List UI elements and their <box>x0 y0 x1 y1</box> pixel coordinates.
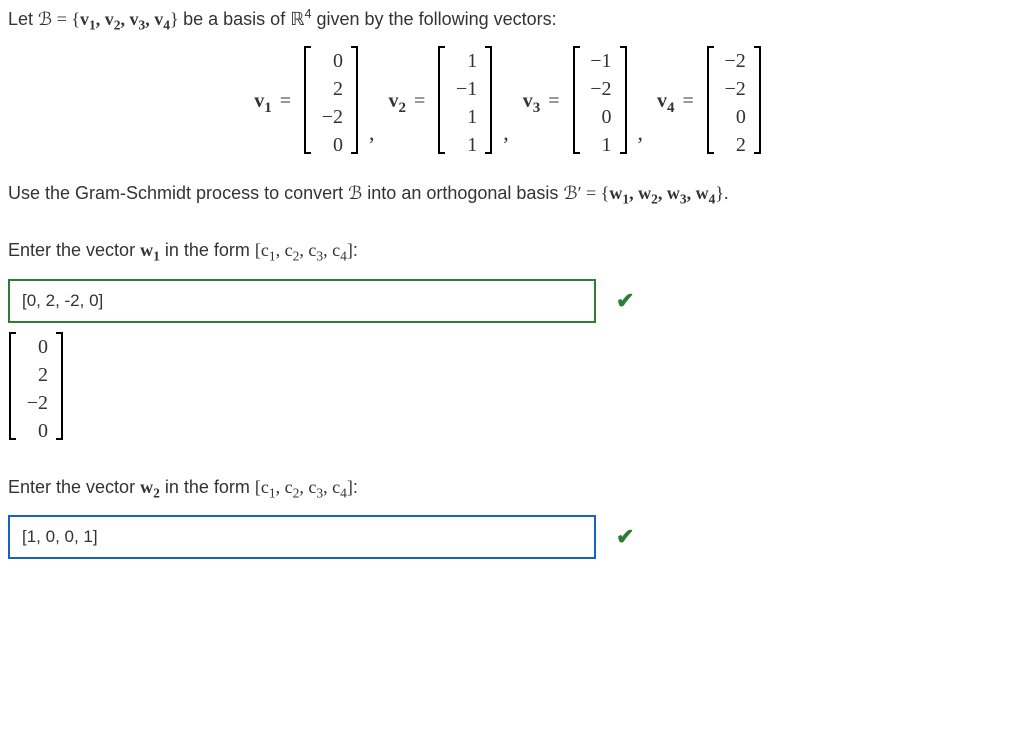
gs-eq: = { <box>586 183 609 203</box>
basis-vectors: v1, v2, v3, v4 <box>80 9 170 29</box>
gs-b: ℬ <box>348 183 362 203</box>
check-icon: ✔ <box>616 288 634 314</box>
w1-answer-input[interactable]: [0, 2, -2, 0] <box>8 279 596 323</box>
gs-mid: into an orthogonal basis <box>367 183 563 203</box>
intro-mid: be a basis of <box>183 9 290 29</box>
w1-sym: w1 <box>140 240 160 260</box>
v2-label: v2 <box>388 90 406 112</box>
w1-result-vector: 0 2 −2 0 <box>8 331 1008 447</box>
space-r: ℝ <box>290 9 304 29</box>
w2-answer-input[interactable]: [1, 0, 0, 1] <box>8 515 596 559</box>
w2-sym: w2 <box>140 477 160 497</box>
gs-prefix: Use the Gram-Schmidt process to convert <box>8 183 348 203</box>
basis-eq: = { <box>57 9 80 29</box>
space-dim: 4 <box>304 7 311 21</box>
w2-prompt: Enter the vector w2 in the form [c1, c2,… <box>8 477 1008 502</box>
vectors-display: v1= 0 2 −2 0 , v2= 1 −1 1 1 , v3= −1 −2 … <box>8 45 1008 161</box>
v4-vector: −2 −2 0 2 <box>706 45 762 161</box>
v4-label: v4 <box>657 90 675 112</box>
v1-label: v1 <box>254 90 272 112</box>
v2-vector: 1 −1 1 1 <box>437 45 493 161</box>
gs-bprime: ℬ′ <box>563 183 581 203</box>
intro-suffix: given by the following vectors: <box>317 9 557 29</box>
w1-form: [c1, c2, c3, c4] <box>255 240 353 260</box>
intro-prefix: Let <box>8 9 38 29</box>
basis-b: ℬ <box>38 9 52 29</box>
gs-close: }. <box>715 183 728 203</box>
gram-schmidt-text: Use the Gram-Schmidt process to convert … <box>8 181 1008 209</box>
v3-label: v3 <box>523 90 541 112</box>
basis-close: } <box>170 9 179 29</box>
intro-text: Let ℬ = {v1, v2, v3, v4} be a basis of ℝ… <box>8 6 1008 35</box>
w1-prompt: Enter the vector w1 in the form [c1, c2,… <box>8 240 1008 265</box>
w2-form: [c1, c2, c3, c4] <box>255 477 353 497</box>
v1-vector: 0 2 −2 0 <box>303 45 359 161</box>
gs-ws: w1, w2, w3, w4 <box>609 183 715 203</box>
v3-vector: −1 −2 0 1 <box>572 45 628 161</box>
check-icon: ✔ <box>616 524 634 550</box>
